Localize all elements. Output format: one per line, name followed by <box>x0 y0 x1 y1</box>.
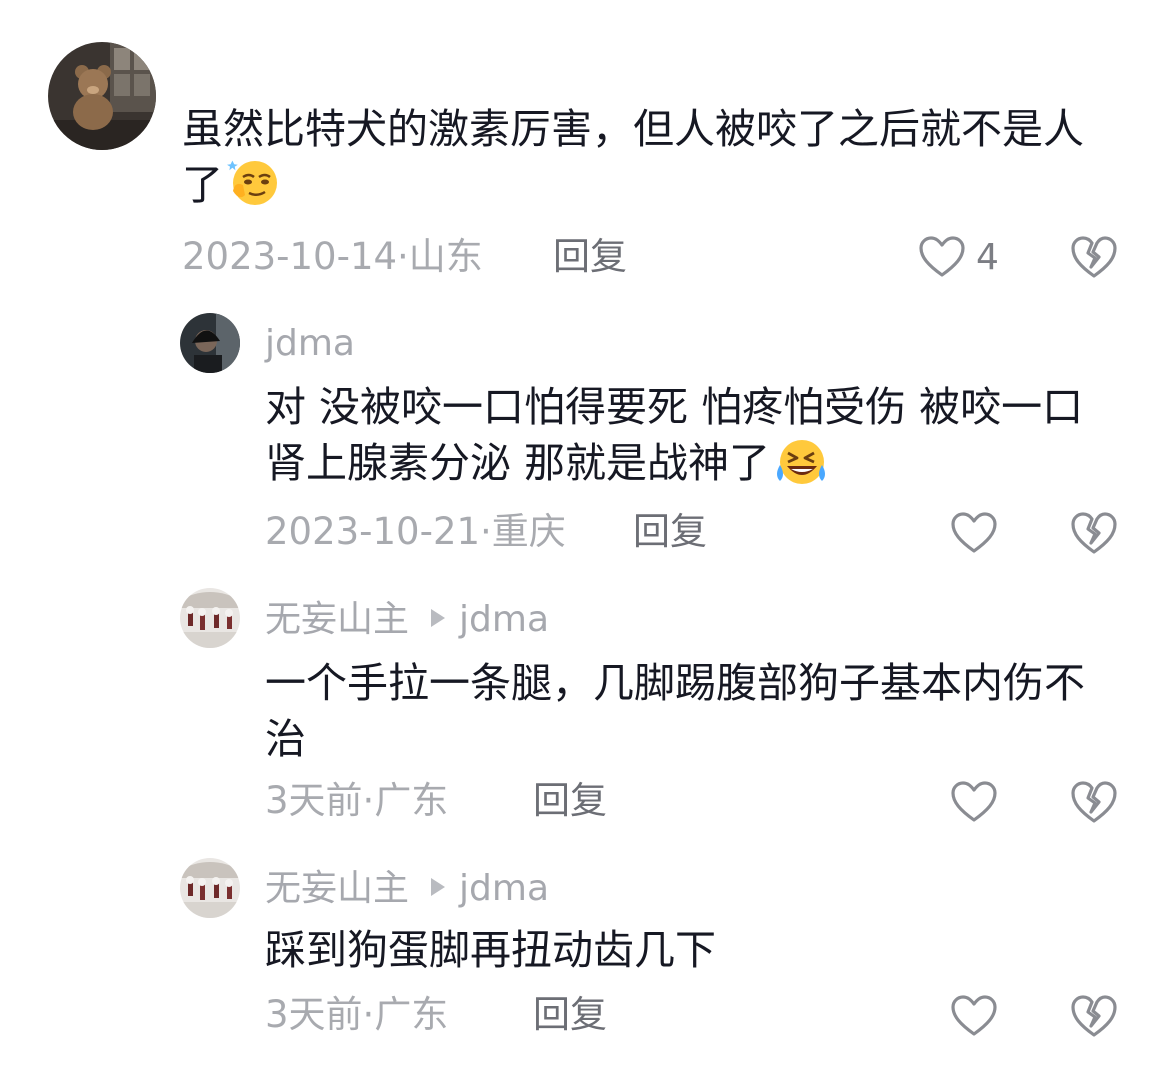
comment-meta: 2023-10-21·重庆 <box>265 509 566 555</box>
reply-arrow-icon <box>431 878 446 896</box>
comment-location: 广东 <box>374 993 449 1036</box>
person-avatar-icon <box>180 313 240 373</box>
comment-text: 虽然比特犬的激素厉害，但人被咬了之后就不是人了 <box>182 105 1084 209</box>
comment-date: 3天前 <box>265 993 363 1036</box>
reply-button[interactable]: 回复 <box>633 509 707 555</box>
like-button[interactable] <box>950 778 1008 826</box>
reply-arrow-icon <box>431 609 446 627</box>
reply-to-user: jdma <box>459 868 549 909</box>
reply-button[interactable]: 回复 <box>533 778 607 824</box>
broken-heart-icon <box>1071 781 1117 823</box>
comment-text: 一个手拉一条腿，几脚踢腹部狗子基本内伤不治 <box>265 659 1085 763</box>
rolling-laughing-emoji-icon <box>777 440 826 484</box>
teddy-bear-avatar-icon <box>48 42 156 150</box>
heart-icon <box>919 236 965 277</box>
heart-icon <box>951 995 997 1036</box>
like-button[interactable] <box>950 509 1008 557</box>
heart-icon <box>951 512 997 553</box>
comment-location: 山东 <box>408 235 483 278</box>
crowd-avatar-icon <box>180 588 240 648</box>
comment-text: 踩到狗蛋脚再扭动齿几下 <box>265 926 716 974</box>
comment-author[interactable]: 无妄山主 jdma <box>265 867 549 911</box>
meta-separator: · <box>397 235 409 278</box>
reply-to-user: jdma <box>459 599 549 640</box>
avatar[interactable] <box>48 42 156 150</box>
avatar[interactable] <box>180 858 240 918</box>
reply-button[interactable]: 回复 <box>533 992 607 1038</box>
meta-separator: · <box>480 510 492 553</box>
meta-separator: · <box>362 993 375 1036</box>
broken-heart-icon <box>1071 512 1117 554</box>
comment-text: 对 没被咬一口怕得要死 怕疼怕受伤 被咬一口 肾上腺素分泌 那就是战神了 <box>265 383 1084 487</box>
comment-date: 2023-10-21 <box>265 510 481 553</box>
comment-author[interactable]: jdma <box>265 322 355 366</box>
dislike-button[interactable] <box>1070 509 1118 557</box>
like-button[interactable] <box>950 992 1008 1040</box>
comment-location: 重庆 <box>491 510 566 553</box>
smug-face-emoji-icon <box>227 160 277 205</box>
dislike-button[interactable] <box>1070 233 1118 281</box>
comment-meta: 3天前·广东 <box>265 992 448 1038</box>
heart-icon <box>951 781 997 822</box>
comment-meta: 2023-10-14·山东 <box>182 234 483 280</box>
like-count: 4 <box>976 236 999 278</box>
dislike-button[interactable] <box>1070 778 1118 826</box>
comment-location: 广东 <box>374 779 449 822</box>
dislike-button[interactable] <box>1070 992 1118 1040</box>
comment-date: 3天前 <box>265 779 363 822</box>
comment-author[interactable]: 无妄山主 jdma <box>265 598 549 642</box>
reply-button[interactable]: 回复 <box>553 234 627 280</box>
comment-meta: 3天前·广东 <box>265 778 448 824</box>
avatar[interactable] <box>180 313 240 373</box>
broken-heart-icon <box>1071 236 1117 278</box>
meta-separator: · <box>362 779 375 822</box>
avatar[interactable] <box>180 588 240 648</box>
like-button[interactable]: 4 <box>918 233 999 281</box>
crowd-avatar-icon <box>180 858 240 918</box>
comment-date: 2023-10-14 <box>182 235 398 278</box>
broken-heart-icon <box>1071 995 1117 1037</box>
